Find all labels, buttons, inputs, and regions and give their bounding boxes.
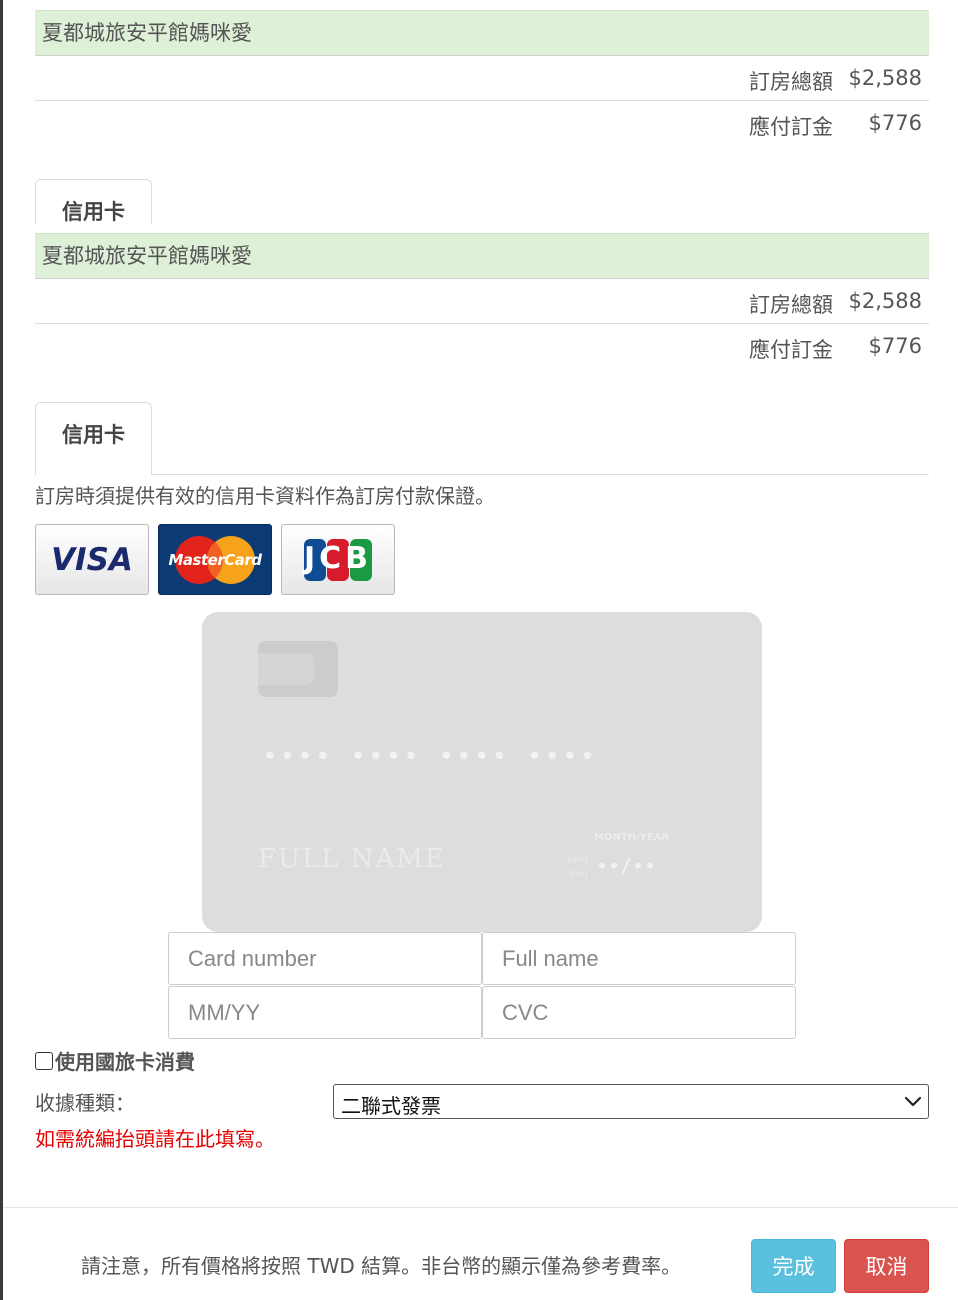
jcb-logo: JCB <box>281 524 395 595</box>
card-chip-icon <box>258 641 338 697</box>
deposit-value: $776 <box>868 334 922 358</box>
footer-divider <box>3 1207 958 1208</box>
mastercard-logo: MasterCard <box>158 524 272 595</box>
order-summary-2: 夏都城旅安平館媽咪愛 訂房總額 $2,588 應付訂金 $776 <box>35 233 929 369</box>
hotel-name: 夏都城旅安平館媽咪愛 <box>35 233 929 279</box>
chevron-down-icon <box>904 1096 922 1107</box>
card-number-display: •••• •••• •••• •••• <box>262 742 598 772</box>
deposit-row: 應付訂金 $776 <box>35 101 929 146</box>
tab-divider <box>152 474 929 475</box>
deposit-row: 應付訂金 $776 <box>35 324 929 369</box>
total-value: $2,588 <box>848 289 922 313</box>
card-number-input[interactable] <box>168 932 482 985</box>
valid-thru-label: valid thru <box>562 853 588 883</box>
window-edge <box>0 0 3 1300</box>
travel-card-checkbox[interactable] <box>35 1051 53 1070</box>
card-guarantee-notice: 訂房時須提供有效的信用卡資料作為訂房付款保證。 <box>35 484 495 508</box>
tab-credit-card[interactable]: 信用卡 <box>35 402 152 475</box>
cancel-button[interactable]: 取消 <box>844 1239 929 1293</box>
total-value: $2,588 <box>848 66 922 90</box>
deposit-label: 應付訂金 <box>749 338 833 362</box>
receipt-type-label: 收據種類： <box>35 1091 135 1115</box>
mastercard-logo-text: MasterCard <box>168 551 262 569</box>
deposit-value: $776 <box>868 111 922 135</box>
card-name-display: FULL NAME <box>258 844 446 874</box>
tab-credit-card-1[interactable]: 信用卡 <box>35 179 152 224</box>
expiry-input[interactable] <box>168 986 482 1039</box>
total-row: 訂房總額 $2,588 <box>35 279 929 324</box>
jcb-logo-text: JCB <box>303 541 373 576</box>
order-summary-1: 夏都城旅安平館媽咪愛 訂房總額 $2,588 應付訂金 $776 <box>35 10 929 146</box>
hotel-name: 夏都城旅安平館媽咪愛 <box>35 10 929 56</box>
total-label: 訂房總額 <box>749 70 833 94</box>
tax-id-note: 如需統編抬頭請在此填寫。 <box>35 1127 275 1151</box>
currency-note: 請注意，所有價格將按照 TWD 結算。非台幣的顯示僅為參考費率。 <box>81 1254 682 1278</box>
valid-label: valid <box>566 855 588 865</box>
credit-card-preview: •••• •••• •••• •••• FULL NAME MONTH/YEAR… <box>202 612 762 932</box>
thru-label: thru <box>569 870 588 880</box>
month-year-label: MONTH/YEAR <box>594 832 670 843</box>
full-name-input[interactable] <box>482 932 796 985</box>
done-button[interactable]: 完成 <box>751 1239 836 1293</box>
card-expiry-display: ••/•• <box>596 854 657 878</box>
travel-card-label: 使用國旅卡消費 <box>55 1050 195 1074</box>
receipt-type-value: 二聯式發票 <box>341 1094 441 1118</box>
visa-logo-text: VISA <box>51 541 133 578</box>
visa-logo: VISA <box>35 524 149 595</box>
cvc-input[interactable] <box>482 986 796 1039</box>
total-label: 訂房總額 <box>749 293 833 317</box>
receipt-type-select[interactable]: 二聯式發票 <box>333 1084 929 1119</box>
deposit-label: 應付訂金 <box>749 115 833 139</box>
total-row: 訂房總額 $2,588 <box>35 56 929 101</box>
travel-card-option[interactable]: 使用國旅卡消費 <box>35 1046 195 1075</box>
